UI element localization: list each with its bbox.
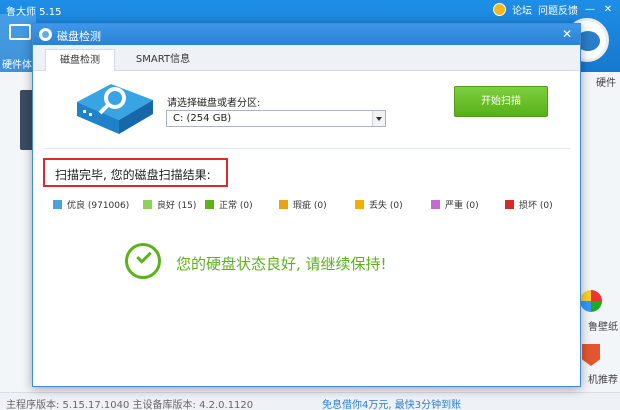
check-circle-icon (125, 243, 161, 279)
legend-label: 丢失 (0) (369, 201, 403, 211)
monitor-icon (9, 24, 31, 40)
dialog-titlebar[interactable]: 磁盘检测 ✕ (33, 24, 580, 45)
wallpaper-icon[interactable] (580, 290, 602, 312)
loan-ad-link[interactable]: 免息借你4万元, 最快3分钟到账 (322, 396, 461, 410)
scan-result-highlight: 扫描完毕, 您的磁盘扫描结果: (43, 158, 228, 187)
legend-label: 优良 (971006) (67, 201, 130, 211)
legend-damaged: 损坏 (0) (505, 198, 553, 211)
tab-hardware-label: 硬件体 (2, 60, 32, 71)
legend-severe: 严重 (0) (431, 198, 479, 211)
legend-swatch (505, 200, 514, 209)
divider (43, 148, 570, 149)
legend-label: 损坏 (0) (519, 201, 553, 211)
legend-excellent: 优良 (971006) (53, 198, 129, 211)
legend-label: 严重 (0) (445, 201, 479, 211)
tab-hardware[interactable]: 硬件体 (0, 14, 36, 72)
forum-link[interactable]: 论坛 (512, 2, 532, 17)
recommend-icon[interactable] (582, 344, 600, 366)
legend-good: 良好 (15) (143, 198, 196, 211)
right-label-recommend[interactable]: 机推荐 (588, 371, 618, 386)
disk-select[interactable]: C: (254 GB) (166, 110, 386, 127)
close-app-icon[interactable]: ✕ (602, 4, 614, 15)
disk-select-value: C: (254 GB) (173, 113, 232, 124)
top-right-bar: 论坛 问题反馈 — ✕ (493, 2, 614, 17)
legend-label: 瑕疵 (0) (293, 201, 327, 211)
disk-ok-message: 您的硬盘状态良好, 请继续保持! (176, 255, 387, 273)
hard-disk-icon (77, 84, 153, 134)
scan-result-text: 扫描完毕, 您的磁盘扫描结果: (55, 168, 211, 182)
chevron-down-icon[interactable] (372, 111, 385, 126)
legend-swatch (53, 200, 62, 209)
close-icon[interactable]: ✕ (560, 26, 574, 42)
disk-icon (39, 28, 52, 41)
result-legend: 优良 (971006) 良好 (15) 正常 (0) 瑕疵 (0) 丢失 (0)… (33, 198, 580, 212)
legend-flaw: 瑕疵 (0) (279, 198, 327, 211)
legend-swatch (431, 200, 440, 209)
dialog-tabs: 磁盘检测 SMART信息 (33, 45, 580, 71)
legend-normal: 正常 (0) (205, 198, 253, 211)
right-label-wallpaper[interactable]: 鲁壁纸 (588, 318, 618, 333)
forum-icon (493, 3, 506, 16)
version-info: 主程序版本: 5.15.17.1040 主设备库版本: 4.2.0.1120 (6, 400, 254, 410)
legend-label: 良好 (15) (157, 201, 197, 211)
disk-check-dialog: 磁盘检测 ✕ 磁盘检测 SMART信息 请选择磁盘或者分区: C: (254 G… (32, 23, 581, 387)
legend-lost: 丢失 (0) (355, 198, 403, 211)
minimize-icon[interactable]: — (584, 4, 596, 15)
tab-smart-info[interactable]: SMART信息 (123, 49, 203, 71)
legend-swatch (205, 200, 214, 209)
status-bar: 主程序版本: 5.15.17.1040 主设备库版本: 4.2.0.1120 免… (0, 392, 620, 410)
start-scan-button[interactable]: 开始扫描 (454, 86, 548, 117)
feedback-link[interactable]: 问题反馈 (538, 2, 578, 17)
legend-swatch (143, 200, 152, 209)
select-disk-label: 请选择磁盘或者分区: (167, 98, 261, 109)
legend-swatch (279, 200, 288, 209)
tab-disk-check[interactable]: 磁盘检测 (45, 49, 115, 71)
right-label-hardware: 硬件 (596, 78, 616, 89)
legend-label: 正常 (0) (219, 201, 253, 211)
dialog-title: 磁盘检测 (57, 30, 101, 43)
legend-swatch (355, 200, 364, 209)
check-icon (136, 248, 152, 264)
